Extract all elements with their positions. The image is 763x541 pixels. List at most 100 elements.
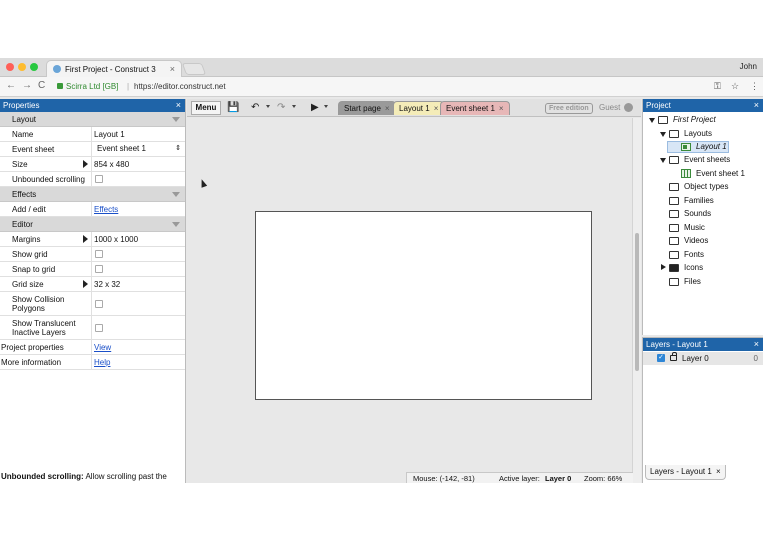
bookmark-star-icon[interactable]: ☆ <box>731 81 739 92</box>
browser-tab[interactable]: First Project - Construct 3 × <box>46 60 182 77</box>
undo-icon[interactable]: ↶ <box>251 102 259 113</box>
layer-visible-checkbox[interactable]: ✓ <box>657 354 665 362</box>
prop-show-grid-label: Show grid <box>12 250 48 259</box>
tab-close-icon[interactable]: × <box>716 467 721 476</box>
layout-area[interactable] <box>255 211 592 400</box>
back-arrow-icon[interactable]: ← <box>6 80 16 91</box>
vertical-scrollbar[interactable] <box>632 118 641 483</box>
section-layout[interactable]: Layout <box>0 112 185 127</box>
help-link[interactable]: Help <box>94 358 110 367</box>
browser-user-name[interactable]: John <box>740 62 757 71</box>
browser-menu-icon[interactable]: ⋮ <box>750 81 759 92</box>
prop-divider <box>91 277 92 291</box>
prop-margins-label: Margins <box>12 235 41 244</box>
tab-close-icon[interactable]: × <box>385 104 390 113</box>
redo-icon[interactable]: ↷ <box>277 102 285 113</box>
free-edition-badge[interactable]: Free edition <box>545 103 593 114</box>
expand-arrow-icon[interactable] <box>83 280 88 288</box>
menu-button[interactable]: Menu <box>191 101 221 115</box>
tree-icons-folder[interactable]: Icons <box>684 263 703 272</box>
redo-dropdown-icon[interactable] <box>292 105 296 108</box>
collapse-triangle-icon[interactable] <box>172 117 180 122</box>
snap-to-grid-checkbox[interactable] <box>95 265 103 273</box>
prop-grid-size-value[interactable]: 32 x 32 <box>94 280 120 289</box>
prop-divider <box>91 292 92 315</box>
tree-expand-icon[interactable] <box>660 158 666 163</box>
tree-event-sheet-1[interactable]: Event sheet 1 <box>696 169 745 178</box>
tree-expand-icon[interactable] <box>660 132 666 137</box>
url-field[interactable]: https://editor.construct.net <box>134 82 226 91</box>
tree-sounds-folder[interactable]: Sounds <box>684 209 711 218</box>
prop-translucent-label: Show Translucent Inactive Layers <box>12 319 90 337</box>
tree-object-types-folder[interactable]: Object types <box>684 182 728 191</box>
tree-layouts-folder[interactable]: Layouts <box>684 129 712 138</box>
lock-icon[interactable] <box>670 352 677 361</box>
properties-close-icon[interactable]: × <box>176 100 181 110</box>
prop-margins-value[interactable]: 1000 x 1000 <box>94 235 138 244</box>
preview-dropdown-icon[interactable] <box>324 105 328 108</box>
layer-row[interactable]: ✓ Layer 0 0 <box>643 352 763 365</box>
project-close-icon[interactable]: × <box>754 100 759 110</box>
prop-name-value[interactable]: Layout 1 <box>94 130 125 139</box>
key-icon[interactable]: ⚿ <box>714 81 721 92</box>
maximize-window-dot[interactable] <box>30 63 38 71</box>
folder-filled-icon <box>669 264 679 272</box>
tab-event-sheet-1[interactable]: Event sheet 1 × <box>440 101 510 115</box>
event-sheet-select[interactable]: Event sheet 1 ⇕ <box>94 144 184 155</box>
save-icon[interactable]: 💾 <box>227 102 239 113</box>
forward-arrow-icon[interactable]: → <box>22 80 32 91</box>
section-effects[interactable]: Effects <box>0 187 185 202</box>
prop-row-event-sheet: Event sheet Event sheet 1 ⇕ <box>0 142 185 157</box>
guest-label[interactable]: Guest <box>599 103 620 112</box>
browser-titlebar: First Project - Construct 3 × John <box>0 58 763 77</box>
tree-files-folder[interactable]: Files <box>684 277 701 286</box>
tree-fonts-folder[interactable]: Fonts <box>684 250 704 259</box>
tab-close-icon[interactable]: × <box>499 104 504 113</box>
expand-arrow-icon[interactable] <box>83 160 88 168</box>
layout-view[interactable] <box>187 118 632 483</box>
tree-collapsed-icon[interactable] <box>661 264 666 270</box>
tree-layout-1[interactable]: Layout 1 <box>696 142 727 151</box>
show-grid-checkbox[interactable] <box>95 250 103 258</box>
layers-bottom-tab[interactable]: Layers - Layout 1 × <box>645 465 726 480</box>
reload-icon[interactable]: C <box>38 80 45 91</box>
new-tab-button[interactable] <box>181 63 207 75</box>
expand-arrow-icon[interactable] <box>83 235 88 243</box>
user-avatar-icon[interactable] <box>624 103 633 112</box>
prop-collision-label-line1: Show Collision <box>12 295 65 304</box>
section-editor[interactable]: Editor <box>0 217 185 232</box>
tree-event-sheets-folder[interactable]: Event sheets <box>684 155 730 164</box>
undo-dropdown-icon[interactable] <box>266 105 270 108</box>
minimize-window-dot[interactable] <box>18 63 26 71</box>
layers-close-icon[interactable]: × <box>754 339 759 349</box>
tree-videos-folder[interactable]: Videos <box>684 236 708 245</box>
preview-play-icon[interactable]: ▶ <box>311 102 319 113</box>
property-description-text: Allow scrolling past the <box>83 472 167 481</box>
tree-music-folder[interactable]: Music <box>684 223 705 232</box>
tree-expand-icon[interactable] <box>649 118 655 123</box>
prop-name-label: Name <box>12 130 34 139</box>
view-link[interactable]: View <box>94 343 111 352</box>
tab-layout-1[interactable]: Layout 1 × <box>393 101 445 115</box>
collapse-triangle-icon[interactable] <box>172 222 180 227</box>
tree-root-first-project[interactable]: First Project <box>673 115 716 124</box>
tree-families-folder[interactable]: Families <box>684 196 714 205</box>
url-separator: | <box>127 82 130 91</box>
layer-name[interactable]: Layer 0 <box>682 354 709 363</box>
unbounded-scrolling-checkbox[interactable] <box>95 175 103 183</box>
close-window-dot[interactable] <box>6 63 14 71</box>
prop-divider <box>91 127 92 141</box>
effects-link[interactable]: Effects <box>94 205 118 214</box>
show-collision-checkbox[interactable] <box>95 300 103 308</box>
tab-close-icon[interactable]: × <box>434 104 439 113</box>
address-bar: ← → C Scirra Ltd [GB] | https://editor.c… <box>0 77 763 97</box>
prop-divider <box>91 340 92 354</box>
tab-close-icon[interactable]: × <box>170 64 175 74</box>
tab-start-page[interactable]: Start page × <box>338 101 396 115</box>
prop-size-value[interactable]: 854 x 480 <box>94 160 129 169</box>
show-translucent-checkbox[interactable] <box>95 324 103 332</box>
scrollbar-thumb[interactable] <box>635 233 639 371</box>
collapse-triangle-icon[interactable] <box>172 192 180 197</box>
main-toolbar: Menu 💾 ↶ ↷ ▶ Start page × Layout 1 × Event… <box>187 99 641 117</box>
prop-row-project-properties: Project properties View <box>0 340 185 355</box>
